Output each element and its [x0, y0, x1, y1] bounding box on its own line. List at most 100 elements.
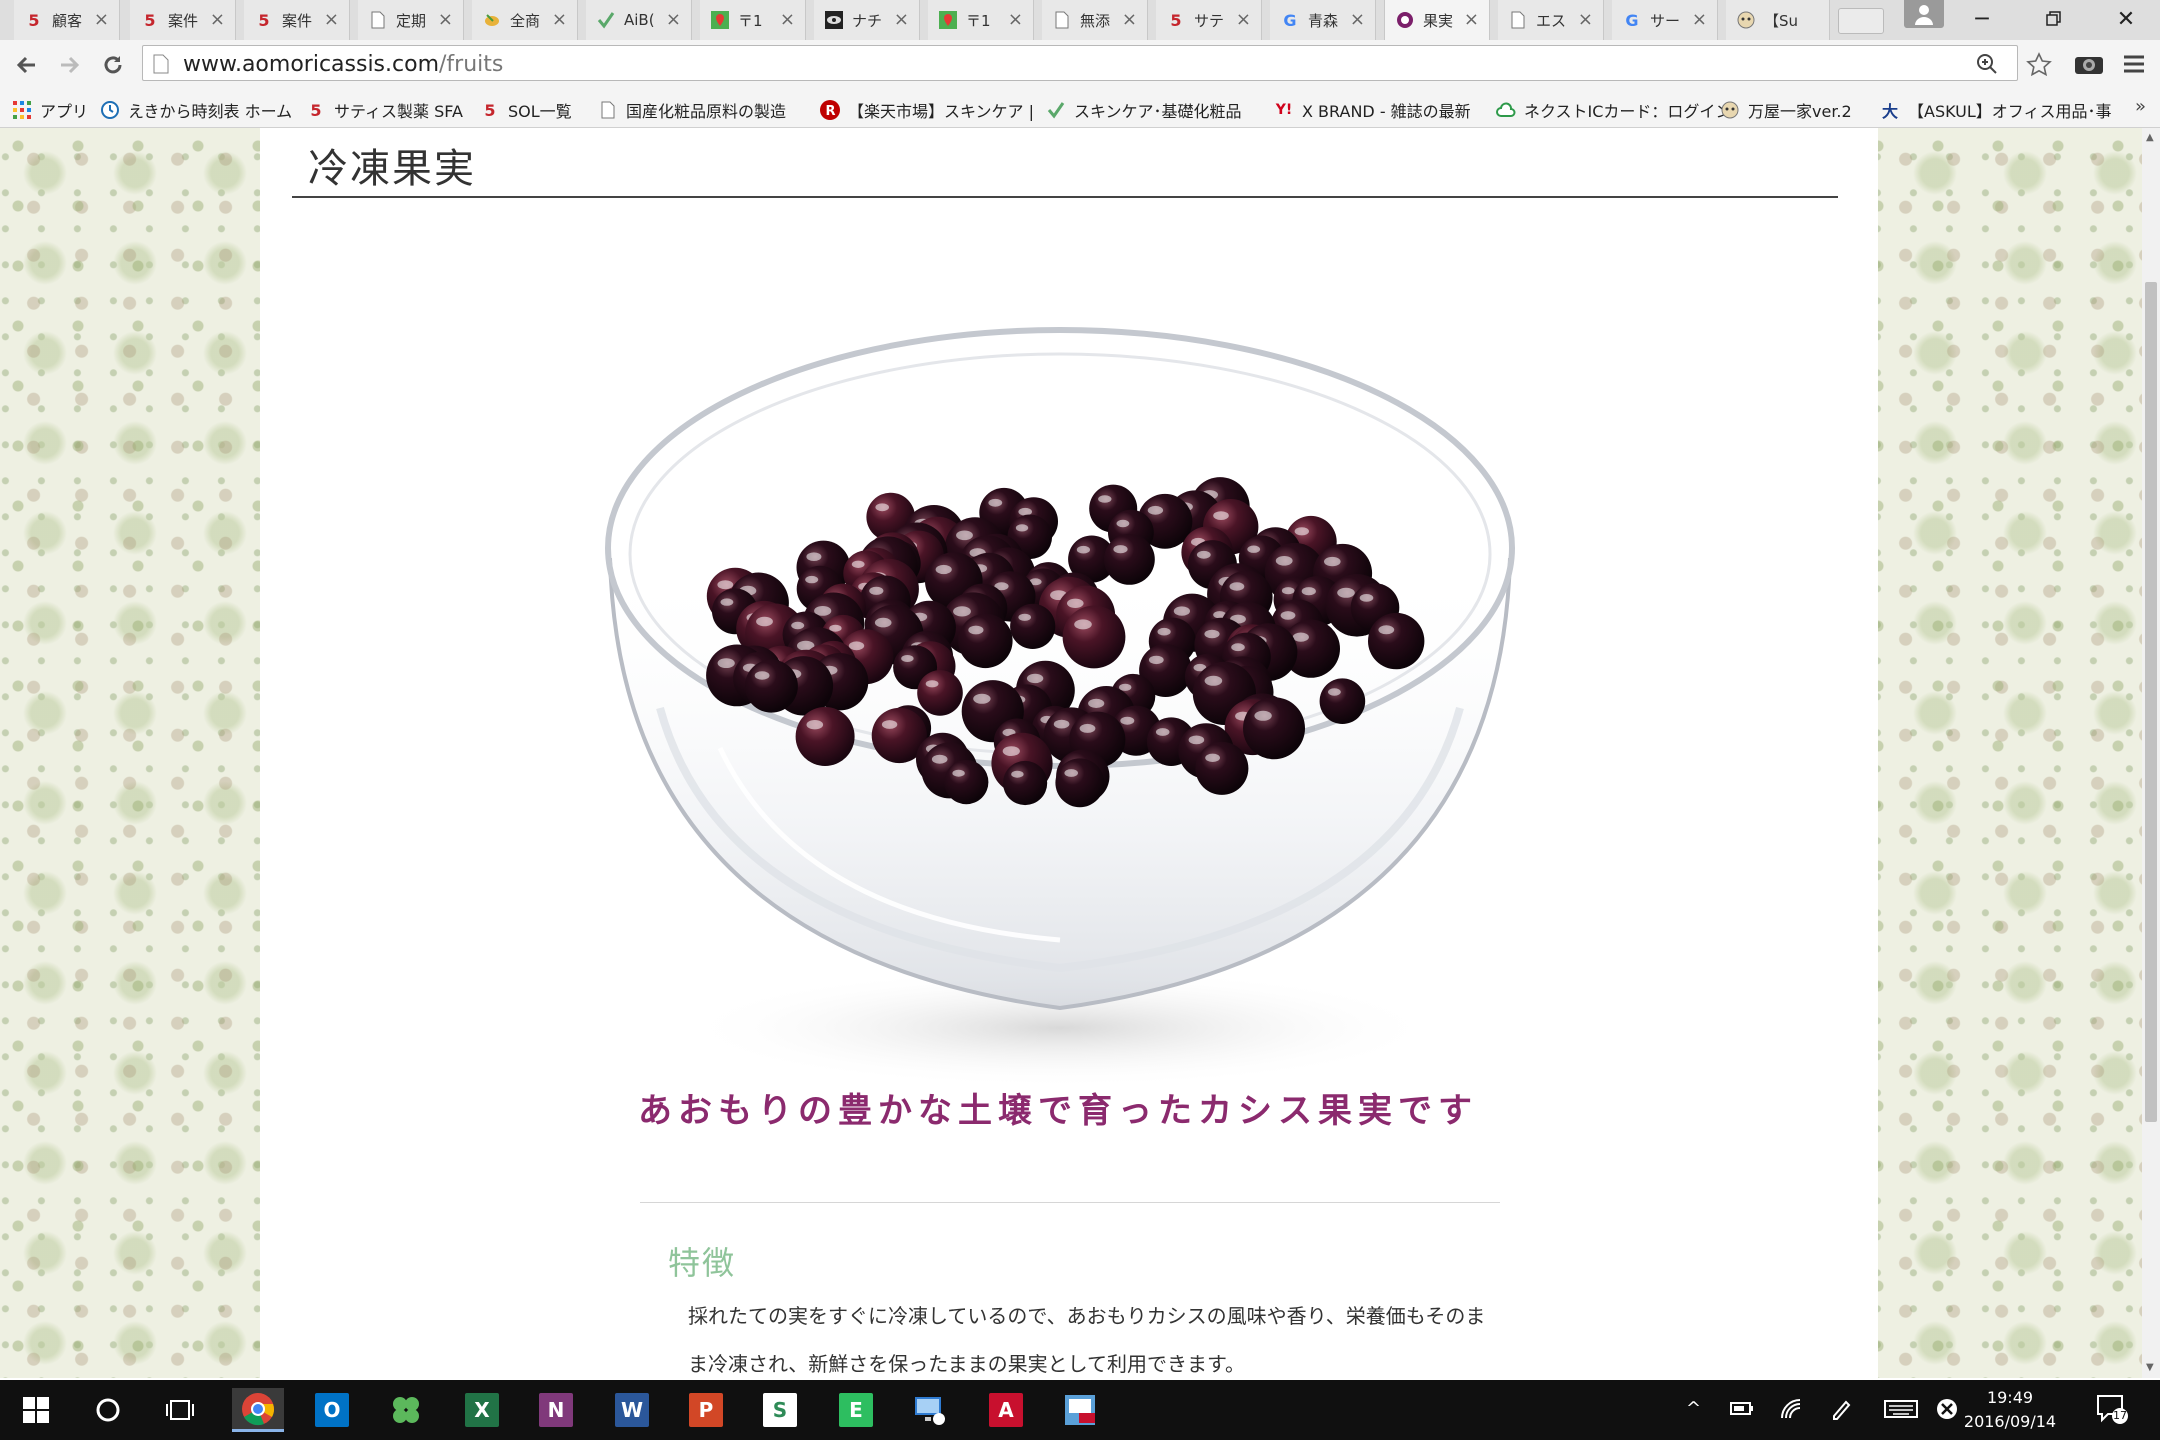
- forward-button[interactable]: [54, 50, 84, 80]
- tab-2[interactable]: 5 案件 ×: [130, 0, 236, 40]
- battery-icon[interactable]: [1730, 1398, 1754, 1418]
- bookmark-ekikara[interactable]: えきから時刻表 ホーム: [100, 98, 292, 122]
- taskbar-pdf[interactable]: [1056, 1388, 1104, 1432]
- system-clock[interactable]: 19:49 2016/09/14: [1960, 1386, 2060, 1434]
- avatar-icon: [1720, 100, 1740, 120]
- bookmark-yorozuya[interactable]: 万屋一家ver.2: [1720, 98, 1852, 122]
- tab-11[interactable]: 5 サテ ×: [1156, 0, 1262, 40]
- excel-icon: X: [465, 1393, 499, 1427]
- task-view-button[interactable]: [156, 1388, 204, 1432]
- bookmark-sol[interactable]: 5 SOL一覧: [480, 98, 571, 122]
- taskbar-satys[interactable]: S: [756, 1388, 804, 1432]
- close-tab-icon[interactable]: ×: [324, 9, 339, 30]
- scroll-up-arrow-icon[interactable]: ▲: [2146, 132, 2154, 143]
- tab-6[interactable]: AiB( ×: [586, 0, 692, 40]
- zoom-icon[interactable]: [1975, 52, 1999, 76]
- mute-icon[interactable]: [1936, 1398, 1958, 1420]
- reload-icon: [104, 56, 122, 74]
- bookmark-rakuten[interactable]: R 【楽天市場】スキンケア |: [820, 98, 1034, 122]
- close-window-button[interactable]: ✕: [2094, 0, 2158, 38]
- bookmark-cosmetics-ingredients[interactable]: 国産化粧品原料の製造: [598, 98, 786, 122]
- camera-extension-icon[interactable]: [2074, 52, 2104, 76]
- berry-highlight: [881, 720, 898, 729]
- url-text[interactable]: www.aomoricassis.com/fruits: [183, 52, 503, 77]
- start-button[interactable]: [12, 1388, 60, 1432]
- taskbar-onenote[interactable]: N: [532, 1388, 580, 1432]
- tab-9[interactable]: 〒1 ×: [928, 0, 1034, 40]
- bookmark-skincare[interactable]: スキンケア･基礎化粧品: [1046, 98, 1242, 122]
- tab-15[interactable]: G サー ×: [1612, 0, 1718, 40]
- pen-icon[interactable]: [1830, 1398, 1854, 1420]
- scroll-down-arrow-icon[interactable]: ▼: [2146, 1362, 2154, 1373]
- keyboard-icon[interactable]: [1884, 1398, 1918, 1420]
- close-tab-icon[interactable]: ×: [894, 9, 909, 30]
- tab-title: 〒1: [738, 11, 763, 30]
- cortana-button[interactable]: [84, 1388, 132, 1432]
- berry-highlight: [1018, 613, 1031, 621]
- bookmark-apps[interactable]: アプリ: [12, 98, 88, 122]
- forward-arrow-icon: [61, 56, 80, 74]
- show-hidden-icons-chevron-icon[interactable]: ^: [1686, 1398, 1701, 1419]
- berry-highlight: [1173, 606, 1190, 616]
- taskbar-excel[interactable]: X: [458, 1388, 506, 1432]
- close-tab-icon[interactable]: ×: [666, 9, 681, 30]
- evernote-icon: E: [839, 1393, 873, 1427]
- address-bar[interactable]: www.aomoricassis.com/fruits: [142, 45, 2018, 81]
- bookmark-label: 【楽天市場】スキンケア |: [848, 102, 1034, 121]
- tab-10[interactable]: 無添 ×: [1042, 0, 1148, 40]
- taskbar-remote-desktop[interactable]: [906, 1388, 954, 1432]
- title-divider: [292, 196, 1838, 198]
- berry-highlight: [829, 624, 842, 632]
- taskbar-chrome[interactable]: [232, 1388, 284, 1432]
- bookmark-star-icon[interactable]: [2026, 52, 2052, 78]
- close-tab-icon[interactable]: ×: [1578, 9, 1593, 30]
- tab-7[interactable]: 〒1 ×: [700, 0, 806, 40]
- bookmark-askul[interactable]: 大 【ASKUL】オフィス用品･事: [1880, 98, 2112, 122]
- taskbar-outlook[interactable]: O: [308, 1388, 356, 1432]
- berry: [1055, 758, 1105, 808]
- close-tab-icon[interactable]: ×: [552, 9, 567, 30]
- taskbar-evernote[interactable]: E: [832, 1388, 880, 1432]
- berry-highlight: [1147, 505, 1164, 515]
- tab-title: 案件: [168, 11, 199, 30]
- action-center-button[interactable]: 17: [2096, 1394, 2130, 1428]
- taskbar-word[interactable]: W: [608, 1388, 656, 1432]
- tab-12[interactable]: G 青森 ×: [1270, 0, 1376, 40]
- close-tab-icon[interactable]: ×: [438, 9, 453, 30]
- taskbar-powerpoint[interactable]: P: [682, 1388, 730, 1432]
- close-tab-icon[interactable]: ×: [1350, 9, 1365, 30]
- tab-8[interactable]: ナチ ×: [814, 0, 920, 40]
- close-tab-icon[interactable]: ×: [1008, 9, 1023, 30]
- tab-4[interactable]: 定期 ×: [358, 0, 464, 40]
- tab-1[interactable]: 5 顧客 ×: [14, 0, 120, 40]
- taskbar-acrobat[interactable]: A: [982, 1388, 1030, 1432]
- reload-button[interactable]: [98, 50, 128, 80]
- tab-5[interactable]: 全商 ×: [472, 0, 578, 40]
- close-tab-icon[interactable]: ×: [1464, 9, 1479, 30]
- bookmark-xbrand[interactable]: Y! X BRAND - 雑誌の最新: [1274, 98, 1471, 122]
- bookmark-satys-sfa[interactable]: 5 サティス製薬 SFA: [306, 98, 463, 122]
- profile-button[interactable]: [1904, 0, 1944, 28]
- tab-3[interactable]: 5 案件 ×: [244, 0, 350, 40]
- minimize-button[interactable]: ─: [1950, 0, 2014, 38]
- bookmark-next-ic-card[interactable]: ネクストICカード：ログイン: [1496, 98, 1731, 122]
- taskbar-clover[interactable]: [382, 1388, 430, 1432]
- close-tab-icon[interactable]: ×: [1692, 9, 1707, 30]
- menu-icon[interactable]: [2122, 52, 2146, 76]
- page-scrollbar[interactable]: ▲ ▼: [2142, 128, 2160, 1378]
- tab-13-active[interactable]: 果実 ×: [1384, 0, 1490, 40]
- tab-16[interactable]: 【Su: [1726, 0, 1830, 40]
- close-tab-icon[interactable]: ×: [94, 9, 109, 30]
- close-tab-icon[interactable]: ×: [780, 9, 795, 30]
- close-tab-icon[interactable]: ×: [210, 9, 225, 30]
- scrollbar-thumb[interactable]: [2145, 282, 2157, 1122]
- tab-14[interactable]: エス ×: [1498, 0, 1604, 40]
- close-tab-icon[interactable]: ×: [1122, 9, 1137, 30]
- restore-button[interactable]: [2022, 0, 2086, 38]
- new-tab-button[interactable]: [1838, 8, 1884, 34]
- more-bookmarks-button[interactable]: »: [2135, 96, 2146, 117]
- wifi-icon[interactable]: [1780, 1398, 1804, 1420]
- close-tab-icon[interactable]: ×: [1236, 9, 1251, 30]
- bookmark-label: 国産化粧品原料の製造: [626, 102, 787, 121]
- back-button[interactable]: [12, 50, 42, 80]
